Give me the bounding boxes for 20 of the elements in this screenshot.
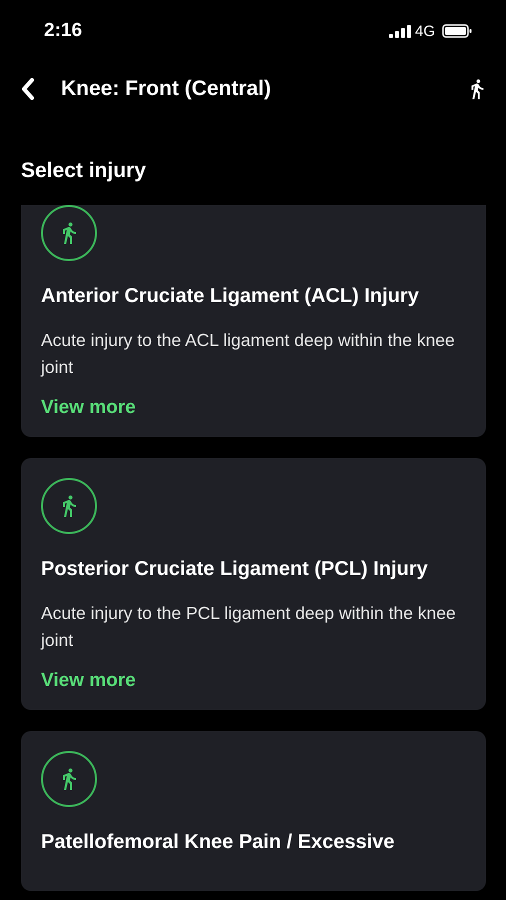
running-figure-icon xyxy=(41,205,97,261)
battery-icon xyxy=(442,24,472,38)
injury-card[interactable]: Patellofemoral Knee Pain / Excessive xyxy=(21,731,486,891)
back-icon[interactable] xyxy=(21,78,35,100)
network-label: 4G xyxy=(414,22,435,40)
running-figure-icon xyxy=(41,478,97,534)
view-more-link[interactable]: View more xyxy=(41,397,136,419)
injury-title: Posterior Cruciate Ligament (PCL) Injury xyxy=(41,557,428,582)
injury-title: Patellofemoral Knee Pain / Excessive xyxy=(41,830,395,855)
injury-card[interactable]: Posterior Cruciate Ligament (PCL) Injury Acute injury to the PCL ligament deep within the knee joint View more xyxy=(21,458,486,710)
injury-title: Anterior Cruciate Ligament (ACL) Injury xyxy=(41,284,419,309)
injury-description: Acute injury to the PCL ligament deep within the knee joint xyxy=(41,602,457,652)
injury-description: Acute injury to the ACL ligament deep within the knee joint xyxy=(41,329,456,379)
running-figure-icon xyxy=(41,751,97,807)
signal-icon xyxy=(388,24,411,38)
status-time: 2:16 xyxy=(44,20,82,42)
injury-card[interactable]: Anterior Cruciate Ligament (ACL) Injury Acute injury to the ACL ligament deep within the knee joint View more xyxy=(21,205,486,437)
view-more-link[interactable]: View more xyxy=(41,670,136,692)
screen-title: Knee: Front (Central) xyxy=(61,77,272,101)
section-heading: Select injury xyxy=(20,158,147,184)
